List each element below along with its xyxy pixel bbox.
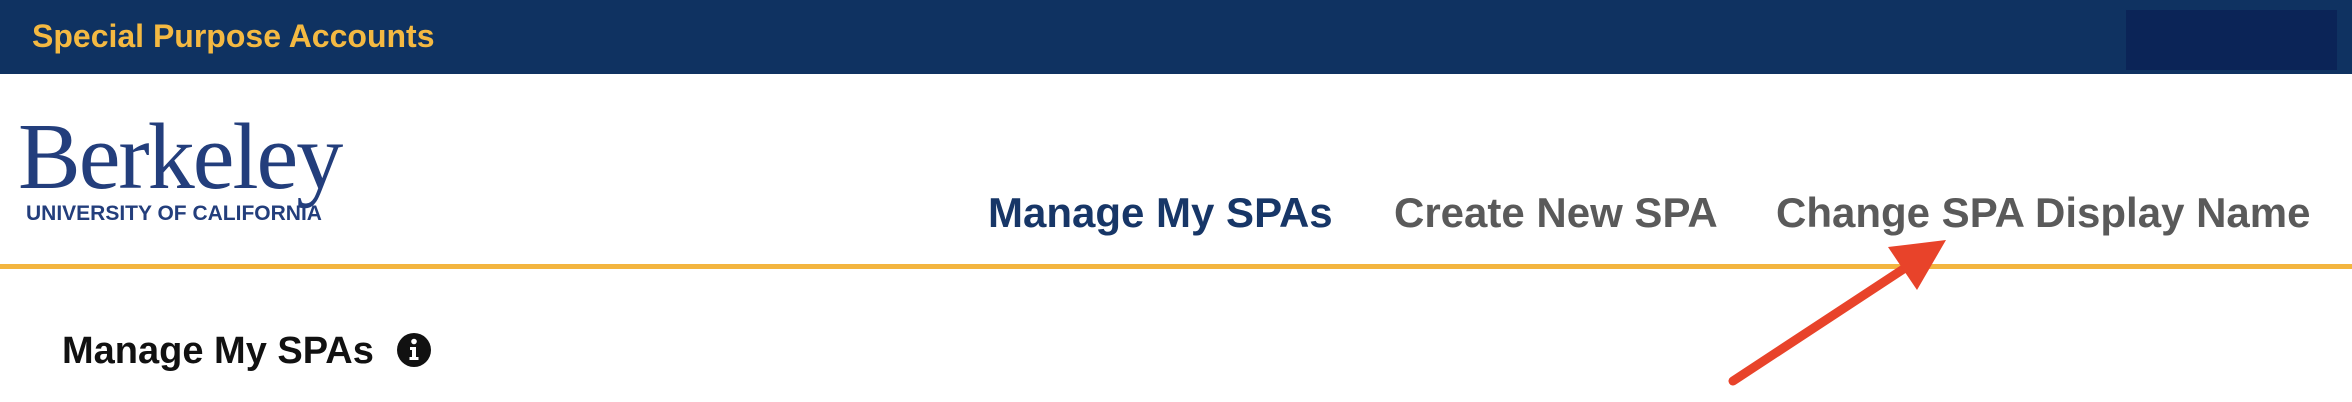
info-icon[interactable] bbox=[396, 332, 432, 368]
nav-manage-my-spas[interactable]: Manage My SPAs bbox=[988, 189, 1333, 239]
berkeley-logo[interactable]: Berkeley UNIVERSITY OF CALIFORNIA bbox=[18, 110, 398, 234]
topbar-user-area[interactable] bbox=[2126, 10, 2337, 70]
header-divider bbox=[0, 264, 2352, 269]
arrow-shaft bbox=[1728, 263, 1910, 386]
nav-create-new-spa[interactable]: Create New SPA bbox=[1394, 189, 1718, 239]
nav-change-spa-display-name[interactable]: Change SPA Display Name bbox=[1776, 189, 2311, 239]
logo-wordmark: Berkeley bbox=[18, 105, 343, 209]
app-title: Special Purpose Accounts bbox=[32, 18, 435, 54]
top-bar: Special Purpose Accounts bbox=[0, 0, 2352, 74]
logo-subtitle: UNIVERSITY OF CALIFORNIA bbox=[26, 202, 322, 225]
page-title: Manage My SPAs bbox=[62, 330, 374, 372]
site-header: Berkeley UNIVERSITY OF CALIFORNIA Manage… bbox=[0, 74, 2352, 266]
